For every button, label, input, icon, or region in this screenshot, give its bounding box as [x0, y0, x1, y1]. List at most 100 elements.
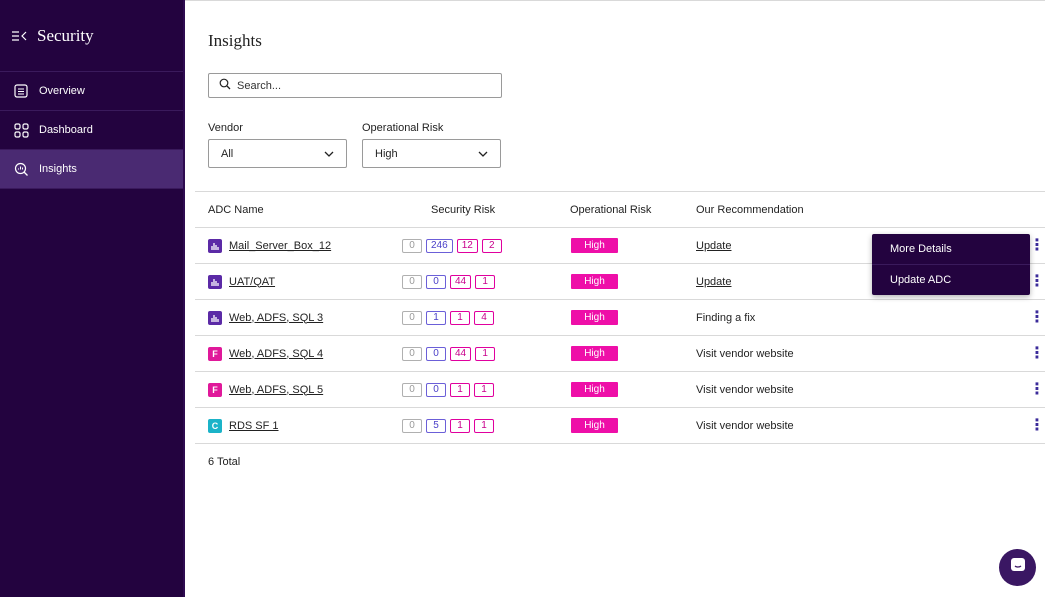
operational-risk-cell: High [571, 336, 618, 371]
operational-risk-cell: High [571, 300, 618, 335]
insights-icon [11, 159, 31, 179]
collapse-menu-icon[interactable] [11, 30, 37, 42]
security-risk-count: 5 [426, 418, 446, 433]
main-content: Insights Vendor All Operational Risk Hig… [185, 0, 1045, 597]
menu-item-update-adc[interactable]: Update ADC [872, 264, 1030, 294]
security-risk-count: 0 [426, 274, 446, 289]
security-risk-count: 246 [426, 238, 453, 253]
operational-risk-select-value: High [375, 147, 398, 160]
sidebar-item-insights[interactable]: Insights [0, 150, 183, 189]
vendor-select-value: All [221, 147, 234, 160]
sidebar-item-label: Insights [39, 163, 77, 175]
adc-name-link[interactable]: RDS SF 1 [229, 420, 279, 432]
chevron-down-icon [324, 148, 334, 160]
security-risk-count: 1 [475, 346, 496, 361]
row-actions-cell: ⋮ [1029, 372, 1045, 407]
security-risk-count: 0 [402, 382, 422, 397]
adc-name-link[interactable]: UAT/QAT [229, 276, 275, 288]
risk-badge: High [571, 346, 618, 361]
security-risk-count: 1 [474, 382, 494, 397]
adc-name-cell: F Web, ADFS, SQL 4 [208, 336, 323, 371]
search-box[interactable] [208, 73, 502, 98]
adc-name-cell: F Web, ADFS, SQL 5 [208, 372, 323, 407]
table-row[interactable]: F Web, ADFS, SQL 4 0 0 44 1 High Visit vendor w… [195, 336, 1045, 372]
vendor-badge-icon: F [208, 346, 222, 361]
vendor-badge-icon: C [208, 418, 222, 433]
sidebar-item-label: Overview [39, 85, 85, 97]
security-risk-count: 1 [426, 310, 446, 325]
kebab-menu-icon[interactable]: ⋮ [1029, 381, 1045, 398]
table-header: ADC Name Security Risk Operational Risk … [195, 191, 1045, 228]
risk-badge: High [571, 274, 618, 289]
recommendation-text: Visit vendor website [696, 383, 794, 396]
sidebar-item-dashboard[interactable]: Dashboard [0, 111, 183, 150]
table-row[interactable]: C RDS SF 1 0 5 1 1 High Visit vendor website ⋮ [195, 408, 1045, 444]
security-risk-count: 1 [474, 418, 494, 433]
page-title: Insights [208, 31, 262, 50]
recommendation-cell: Visit vendor website [696, 336, 794, 371]
sidebar-item-overview[interactable]: Overview [0, 72, 183, 111]
recommendation-cell: Visit vendor website [696, 372, 794, 407]
table-row[interactable]: Web, ADFS, SQL 3 0 1 1 4 High Finding a fix ⋮ [195, 300, 1045, 336]
column-header-operational-risk[interactable]: Operational Risk [570, 204, 651, 216]
security-risk-count: 4 [474, 310, 494, 325]
kebab-menu-icon[interactable]: ⋮ [1029, 345, 1045, 362]
chat-icon [1009, 556, 1027, 579]
security-risk-count: 12 [456, 238, 478, 253]
column-header-recommendation[interactable]: Our Recommendation [696, 204, 804, 216]
security-risk-count: 0 [402, 418, 422, 433]
security-risk-count: 1 [450, 418, 470, 433]
column-header-name[interactable]: ADC Name [208, 204, 264, 216]
adc-name-cell: Mail_Server_Box_12 [208, 228, 331, 263]
search-input[interactable] [237, 79, 477, 92]
row-actions-cell: ⋮ [1029, 336, 1045, 371]
recommendation-text: Finding a fix [696, 311, 756, 324]
operational-risk-cell: High [571, 408, 618, 443]
risk-badge: High [571, 418, 618, 433]
security-risk-count: 0 [426, 346, 446, 361]
row-context-menu: More Details Update ADC [872, 234, 1030, 295]
adc-name-link[interactable]: Mail_Server_Box_12 [229, 240, 331, 252]
security-risk-cell: 0114 [402, 300, 498, 335]
security-risk-count: 2 [481, 238, 502, 253]
adc-name-cell: Web, ADFS, SQL 3 [208, 300, 323, 335]
security-risk-count: 44 [450, 346, 472, 361]
kebab-menu-icon[interactable]: ⋮ [1029, 237, 1045, 254]
chat-button[interactable] [999, 549, 1036, 586]
operational-risk-select[interactable]: High [362, 139, 501, 168]
app-title: Security [37, 25, 94, 45]
row-actions-cell: ⋮ [1029, 228, 1045, 263]
operational-risk-cell: High [571, 372, 618, 407]
risk-badge: High [571, 310, 618, 325]
security-risk-count: 1 [450, 310, 470, 325]
operational-risk-cell: High [571, 228, 618, 263]
security-risk-cell: 0 246 12 2 [402, 228, 506, 263]
kebab-menu-icon[interactable]: ⋮ [1029, 417, 1045, 434]
adc-name-link[interactable]: Web, ADFS, SQL 4 [229, 348, 323, 360]
menu-item-more-details[interactable]: More Details [872, 234, 1030, 264]
vendor-badge-icon: F [208, 382, 222, 397]
kebab-menu-icon[interactable]: ⋮ [1029, 273, 1045, 290]
security-risk-count: 1 [450, 382, 470, 397]
operational-risk-cell: High [571, 264, 618, 299]
recommendation-link[interactable]: Update [696, 276, 731, 288]
adc-name-link[interactable]: Web, ADFS, SQL 3 [229, 312, 323, 324]
adc-table: ADC Name Security Risk Operational Risk … [195, 191, 1045, 444]
recommendation-link[interactable]: Update [696, 240, 731, 252]
table-row[interactable]: F Web, ADFS, SQL 5 0 0 1 1 High Visit vendor we… [195, 372, 1045, 408]
search-icon [219, 77, 231, 95]
adc-name-link[interactable]: Web, ADFS, SQL 5 [229, 384, 323, 396]
security-risk-count: 0 [402, 274, 422, 289]
row-actions-cell: ⋮ [1029, 264, 1045, 299]
recommendation-text: Visit vendor website [696, 347, 794, 360]
risk-badge: High [571, 382, 618, 397]
column-header-security-risk[interactable]: Security Risk [431, 204, 495, 216]
recommendation-text: Visit vendor website [696, 419, 794, 432]
total-count: 6 Total [208, 456, 241, 468]
sidebar-item-label: Dashboard [39, 124, 93, 136]
adc-name-cell: C RDS SF 1 [208, 408, 279, 443]
recommendation-cell: Finding a fix [696, 300, 755, 335]
list-icon [11, 81, 31, 101]
kebab-menu-icon[interactable]: ⋮ [1029, 309, 1045, 326]
vendor-select[interactable]: All [208, 139, 347, 168]
